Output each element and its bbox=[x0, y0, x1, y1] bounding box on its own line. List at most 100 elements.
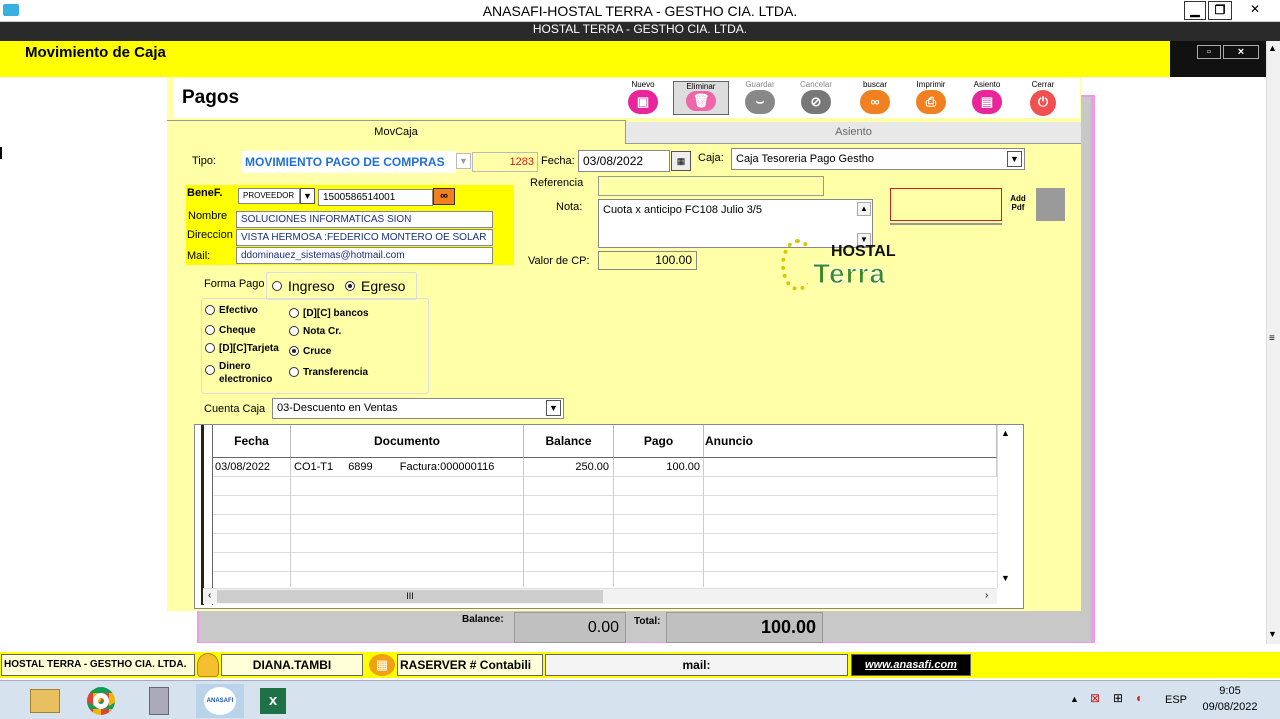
benef-search-icon[interactable]: ∞ bbox=[433, 188, 455, 205]
tray-chevron-icon[interactable]: ▲ bbox=[1070, 694, 1079, 704]
direccion-input[interactable]: VISTA HERMOSA :FEDERICO MONTERO OE SOLAR bbox=[236, 229, 493, 246]
tray-time[interactable]: 9:05 bbox=[1202, 685, 1258, 697]
tray-sound-icon[interactable]: ◐ bbox=[1136, 691, 1143, 705]
grid-scroll-left-icon[interactable]: ‹ bbox=[208, 590, 211, 601]
explorer-icon[interactable] bbox=[22, 684, 68, 718]
new-label: Nuevo bbox=[631, 80, 655, 89]
status-web-link[interactable]: www.anasafi.com bbox=[851, 654, 971, 676]
grid-scroll-right-icon[interactable]: › bbox=[985, 590, 988, 601]
total-value: 100.00 bbox=[666, 612, 823, 643]
benef-type-select[interactable]: PROVEEDOR bbox=[238, 188, 300, 204]
bancos-radio[interactable] bbox=[289, 308, 299, 318]
minimize-button[interactable]: ▁ bbox=[1184, 1, 1206, 20]
grid-scroll-down-icon[interactable]: ▼ bbox=[1001, 573, 1010, 583]
nombre-input[interactable]: SOLUCIONES INFORMATICAS SION bbox=[236, 211, 493, 228]
module-header: Movimiento de Caja bbox=[0, 41, 1170, 77]
grid-header-anuncio[interactable]: Anuncio bbox=[704, 425, 997, 458]
grid-header-fecha[interactable]: Fecha bbox=[213, 425, 291, 458]
nota-cr-radio[interactable] bbox=[289, 326, 299, 336]
grid-hscroll-grip: III bbox=[406, 591, 414, 601]
cruce-label[interactable]: Cruce bbox=[303, 346, 331, 357]
grid-header-pago[interactable]: Pago bbox=[614, 425, 704, 458]
grid-vscroll[interactable]: ▲ ▼ bbox=[997, 425, 1013, 588]
cuenta-dropdown-icon[interactable]: ▼ bbox=[546, 400, 561, 416]
grid-header-documento[interactable]: Documento bbox=[291, 425, 524, 458]
efectivo-radio[interactable] bbox=[205, 305, 215, 315]
cell-anuncio bbox=[704, 458, 997, 477]
new-button[interactable]: Nuevo ▣ bbox=[623, 80, 663, 114]
module-title: Movimiento de Caja bbox=[25, 44, 166, 61]
fecha-input[interactable]: 03/08/2022 bbox=[578, 150, 670, 172]
egreso-label[interactable]: Egreso bbox=[361, 278, 405, 294]
tipo-select[interactable]: MOVIMIENTO PAGO DE COMPRAS bbox=[241, 151, 456, 173]
grid-col-line bbox=[613, 477, 614, 587]
asiento-button[interactable]: Asiento ▤ bbox=[967, 80, 1007, 114]
cuenta-caja-select[interactable]: 03-Descuento en Ventas bbox=[272, 398, 564, 419]
excel-icon[interactable]: x bbox=[250, 684, 296, 718]
search-button[interactable]: buscar ∞ bbox=[855, 80, 895, 114]
fecha-label: Fecha: bbox=[541, 155, 575, 167]
caja-select[interactable]: Caja Tesoreria Pago Gestho bbox=[731, 148, 1025, 170]
nota-cr-label[interactable]: Nota Cr. bbox=[303, 326, 341, 337]
chrome-icon[interactable] bbox=[78, 684, 124, 718]
pdf-box[interactable] bbox=[890, 188, 1002, 221]
cheque-radio[interactable] bbox=[205, 325, 215, 335]
referencia-input[interactable] bbox=[598, 176, 824, 196]
dinero-label[interactable]: Dinero electronico bbox=[219, 360, 285, 386]
save-icon: ⌣ bbox=[745, 90, 775, 114]
calculator-icon[interactable] bbox=[136, 684, 182, 718]
tipo-dropdown-icon[interactable]: ▼ bbox=[456, 153, 471, 169]
bancos-label[interactable]: [D][C] bancos bbox=[303, 308, 369, 319]
caja-dropdown-icon[interactable]: ▼ bbox=[1007, 151, 1022, 167]
ledger-icon: ▤ bbox=[972, 90, 1002, 114]
add-pdf-label[interactable]: Add Pdf bbox=[1008, 194, 1028, 212]
pdf-thumbnail[interactable] bbox=[1036, 188, 1065, 221]
cancel-button[interactable]: Cancelar ⊘ bbox=[796, 80, 836, 114]
tab-movcaja[interactable]: MovCaja bbox=[167, 120, 626, 144]
print-button[interactable]: Imprimir ⎙ bbox=[911, 80, 951, 114]
tray-device-icon[interactable]: ⊞ bbox=[1113, 691, 1123, 705]
cheque-label[interactable]: Cheque bbox=[219, 325, 256, 336]
efectivo-label[interactable]: Efectivo bbox=[219, 305, 258, 316]
grid-header-balance[interactable]: Balance bbox=[524, 425, 614, 458]
nota-scroll-up-icon[interactable]: ▲ bbox=[857, 202, 871, 216]
grid-hscroll-thumb[interactable]: III bbox=[217, 590, 603, 603]
delete-button[interactable]: Eliminar 🗑 bbox=[673, 81, 729, 115]
scroll-up-icon[interactable]: ▲ bbox=[1268, 43, 1277, 53]
ingreso-radio[interactable] bbox=[272, 281, 282, 291]
transferencia-radio[interactable] bbox=[289, 367, 299, 377]
benef-type-dropdown-icon[interactable]: ▼ bbox=[300, 188, 315, 204]
calendar-icon[interactable]: ▦ bbox=[671, 151, 691, 171]
scroll-down-icon[interactable]: ▼ bbox=[1268, 629, 1277, 639]
grid-scroll-up-icon[interactable]: ▲ bbox=[1001, 428, 1010, 438]
scroll-grip-icon[interactable]: ≡ bbox=[1269, 333, 1275, 344]
dinero-radio[interactable] bbox=[205, 365, 215, 375]
vertical-scrollbar[interactable]: ▲ ≡ ▼ bbox=[1266, 41, 1280, 644]
benef-id-input[interactable]: 1500586514001 bbox=[318, 189, 433, 206]
save-button[interactable]: Guardar ⌣ bbox=[740, 80, 780, 114]
tray-lang[interactable]: ESP bbox=[1165, 694, 1187, 706]
anasafi-icon[interactable]: ANASAFI bbox=[196, 684, 244, 718]
nombre-label: Nombre bbox=[188, 210, 228, 222]
tarjeta-radio[interactable] bbox=[205, 343, 215, 353]
restore-button[interactable]: ❐ bbox=[1208, 1, 1232, 20]
child-close-button[interactable]: × bbox=[1223, 45, 1259, 59]
mail-input[interactable]: ddominauez_sistemas@hotmail.com bbox=[236, 247, 493, 264]
tarjeta-label[interactable]: [D][C]Tarjeta bbox=[219, 343, 279, 354]
tab-bar: MovCaja Asiento bbox=[167, 120, 1081, 144]
transferencia-label[interactable]: Transferencia bbox=[303, 367, 368, 378]
close-form-button[interactable]: Cerrar ⏻ bbox=[1023, 80, 1063, 116]
cruce-radio[interactable] bbox=[289, 346, 299, 356]
trash-icon: 🗑 bbox=[686, 91, 716, 111]
child-restore-button[interactable]: ▫ bbox=[1197, 45, 1221, 59]
grid-empty-rows bbox=[213, 477, 997, 587]
grid-hscroll[interactable]: ‹ III › bbox=[203, 588, 997, 604]
ingreso-label[interactable]: Ingreso bbox=[288, 278, 335, 294]
tray-network-icon[interactable]: ⊠ bbox=[1090, 691, 1100, 705]
window-titlebar: ANASAFI-HOSTAL TERRA - GESTHO CIA. LTDA.… bbox=[0, 0, 1280, 22]
egreso-radio[interactable] bbox=[345, 281, 355, 291]
tray-date[interactable]: 09/08/2022 bbox=[1197, 701, 1263, 713]
tab-asiento[interactable]: Asiento bbox=[626, 122, 1081, 144]
valor-input[interactable]: 100.00 bbox=[598, 251, 697, 270]
close-button[interactable]: ✕ bbox=[1234, 1, 1276, 20]
